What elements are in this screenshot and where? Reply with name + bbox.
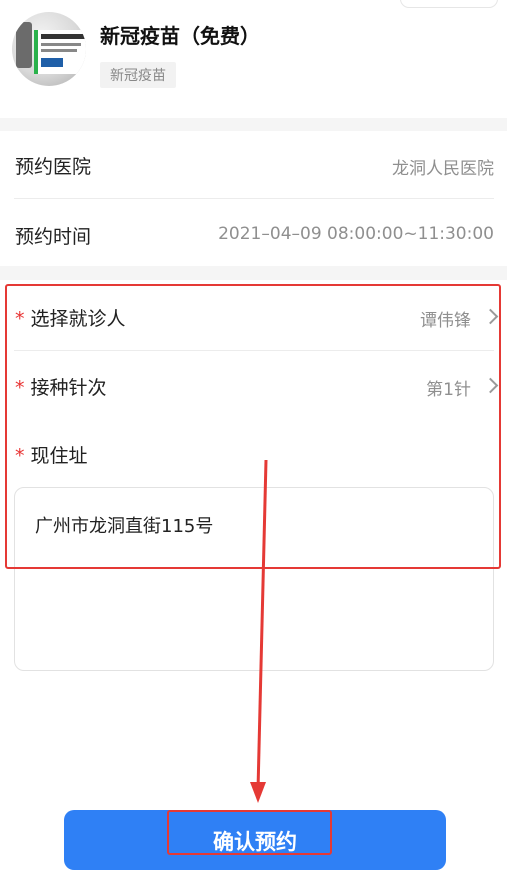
- annotation-arrow-icon: [250, 459, 268, 803]
